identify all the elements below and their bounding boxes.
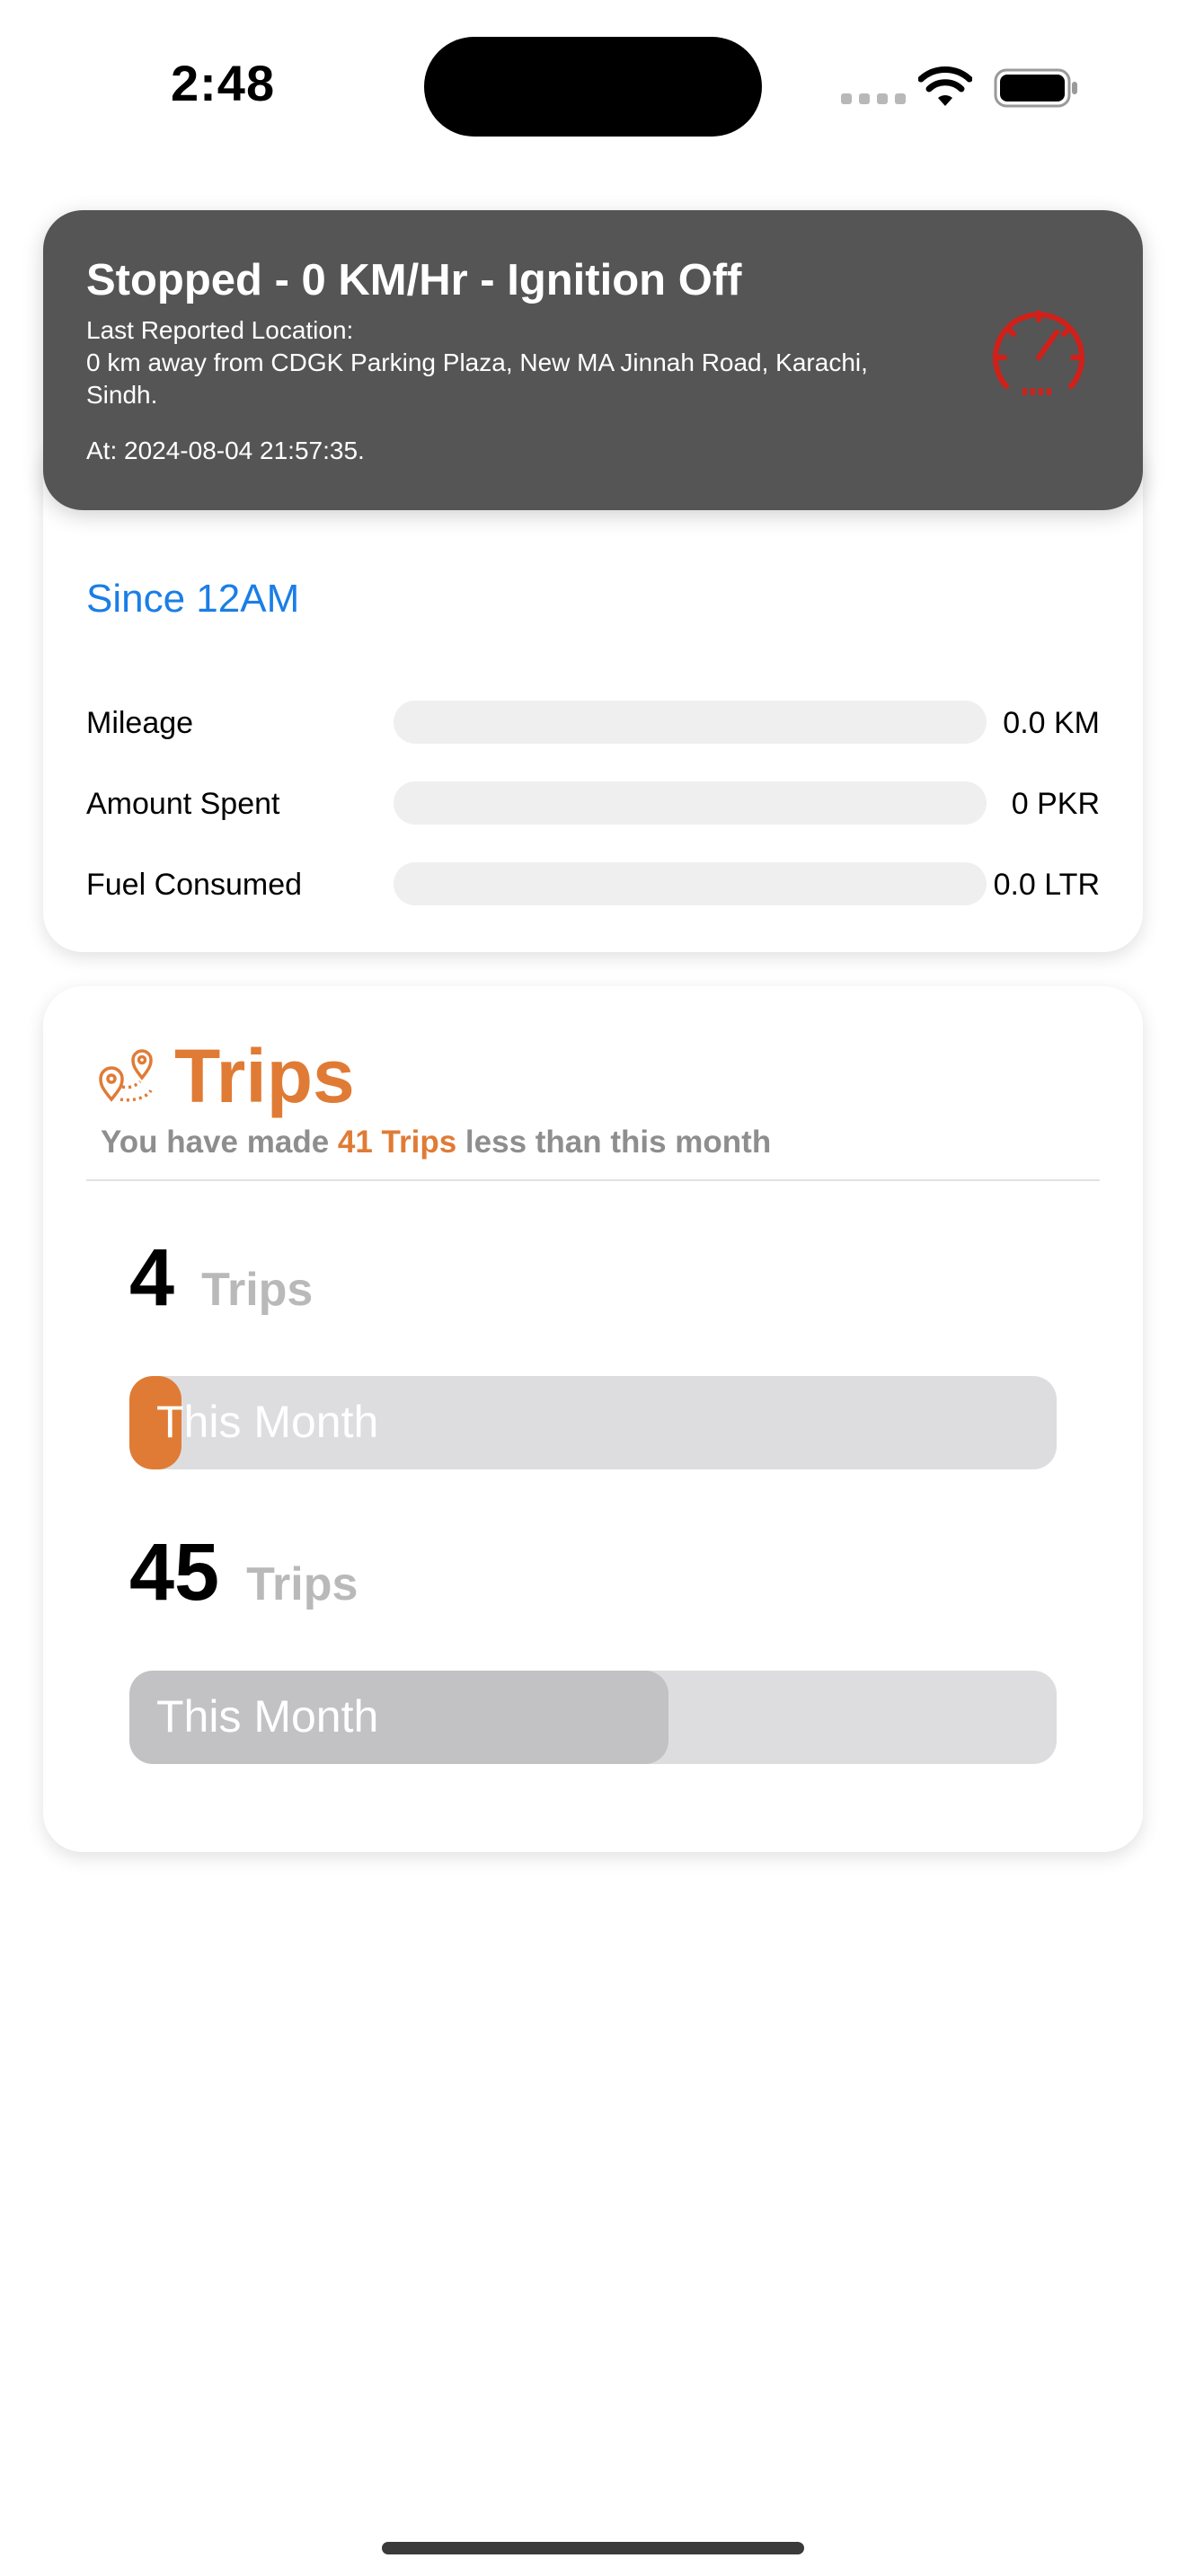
trip-count-previous: 45 Trips — [129, 1527, 358, 1619]
stat-label: Amount Spent — [86, 787, 280, 821]
trips-card: Trips You have made 41 Trips less than t… — [43, 986, 1143, 1852]
dynamic-island — [424, 37, 762, 137]
trip-count-unit: Trips — [201, 1264, 314, 1316]
trips-subtitle-prefix: You have made — [101, 1125, 338, 1160]
battery-icon — [994, 68, 1077, 108]
reported-timestamp: At: 2024-08-04 21:57:35. — [86, 437, 365, 464]
trips-subtitle-suffix: less than this month — [456, 1125, 772, 1160]
stat-value: 0 PKR — [1011, 787, 1100, 821]
trip-bar-label: This Month — [156, 1691, 379, 1742]
trip-bar-previous: This Month — [129, 1671, 1057, 1764]
location-text: 0 km away from CDGK Parking Plaza, New M… — [86, 348, 868, 409]
speedometer-icon — [993, 310, 1084, 395]
home-indicator[interactable] — [382, 2542, 804, 2554]
trip-count-current: 4 Trips — [129, 1232, 313, 1325]
stat-row-fuel-consumed: Fuel Consumed 0.0 LTR — [86, 862, 1100, 905]
divider — [86, 1179, 1100, 1181]
stat-value: 0.0 LTR — [993, 868, 1100, 902]
trips-comparison-text: You have made 41 Trips less than this mo… — [101, 1125, 771, 1160]
trip-count-number: 45 — [129, 1528, 220, 1618]
stat-label: Mileage — [86, 706, 194, 740]
vehicle-status-card[interactable]: Stopped - 0 KM/Hr - Ignition Off Last Re… — [43, 210, 1143, 510]
stat-progress-bar — [394, 781, 987, 825]
map-pins-icon — [99, 1049, 153, 1102]
stat-row-mileage: Mileage 0.0 KM — [86, 701, 1100, 744]
stat-progress-bar — [394, 862, 987, 905]
stat-progress-bar — [394, 701, 987, 744]
stat-row-amount-spent: Amount Spent 0 PKR — [86, 781, 1100, 825]
since-12am-link[interactable]: Since 12AM — [86, 577, 299, 622]
cellular-signal-icon — [841, 93, 906, 104]
trip-bar-current: This Month — [129, 1376, 1057, 1469]
trip-bar-label: This Month — [156, 1397, 379, 1447]
stat-label: Fuel Consumed — [86, 868, 303, 902]
trip-count-number: 4 — [129, 1233, 175, 1323]
trips-difference-highlight: 41 Trips — [337, 1125, 457, 1160]
vehicle-status-title: Stopped - 0 KM/Hr - Ignition Off — [86, 256, 742, 304]
wifi-icon — [918, 66, 972, 106]
trips-title: Trips — [174, 1034, 355, 1118]
status-bar-time: 2:48 — [171, 55, 276, 111]
location-label: Last Reported Location: — [86, 316, 354, 344]
trip-count-unit: Trips — [246, 1558, 358, 1610]
stat-value: 0.0 KM — [1003, 706, 1100, 740]
